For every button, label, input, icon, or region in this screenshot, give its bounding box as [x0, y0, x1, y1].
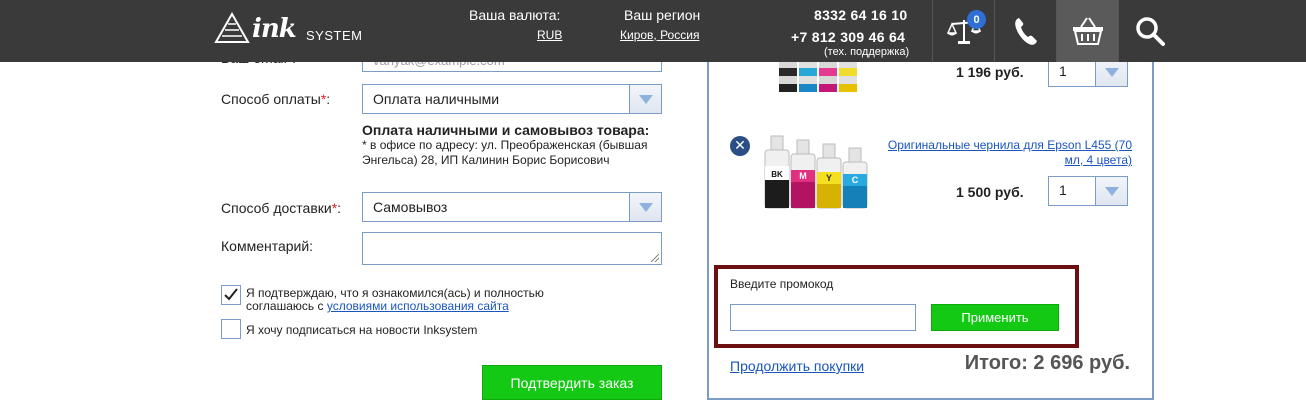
bottle-label-c: C [852, 175, 859, 185]
resize-grip-icon[interactable] [651, 254, 659, 262]
inksystem-logo[interactable]: ink SYSTEM [214, 10, 384, 44]
delivery-label-text: Способ доставки [221, 200, 332, 216]
search-button[interactable] [1118, 0, 1180, 62]
agree-text: Я подтверждаю, что я ознакомился(ась) и … [246, 287, 576, 313]
confirm-order-button[interactable]: Подтвердить заказ [482, 365, 662, 400]
logo-system-text: SYSTEM [306, 28, 363, 43]
phone-support-note: (тех. поддержка) [824, 46, 910, 58]
chevron-down-icon [1095, 177, 1127, 205]
product-image-bottles-2: BK M Y C [764, 135, 868, 209]
site-header: ink SYSTEM Ваша валюта: RUB Ваш регион К… [0, 0, 1306, 62]
apply-promo-button[interactable]: Применить [931, 304, 1059, 331]
phone-primary: 8332 64 16 10 [814, 7, 908, 23]
payment-label-text: Способ оплаты [221, 91, 321, 107]
label-suffix: : [326, 91, 331, 107]
payment-note-text: * в офисе по адресу: ул. Преображенская … [362, 138, 648, 167]
product-image-bottles-1 [779, 62, 857, 92]
subscribe-checkbox[interactable] [221, 319, 241, 339]
logo-mountain-icon [214, 11, 250, 43]
comment-textarea[interactable] [362, 232, 662, 265]
agree-checkbox[interactable] [221, 285, 241, 305]
basket-icon [1072, 17, 1103, 45]
payment-note-title: Оплата наличными и самовывоз товара: [362, 122, 650, 138]
logo-ink-text: ink [252, 14, 297, 44]
chevron-down-icon [629, 193, 661, 221]
payment-method-value: Оплата наличными [373, 91, 500, 107]
checkmark-icon [224, 288, 238, 301]
bottle-label-m: M [799, 171, 807, 181]
label-suffix: : [337, 200, 342, 216]
item-quantity-value: 1 [1059, 63, 1067, 79]
search-icon [1135, 17, 1165, 46]
delivery-label: Способ доставки*: [221, 200, 341, 216]
remove-item-button[interactable]: ✕ [730, 136, 750, 156]
chevron-down-icon [1095, 58, 1127, 86]
item-price: 1 500 руб. [956, 184, 1024, 200]
call-button[interactable] [994, 0, 1056, 62]
currency-link[interactable]: RUB [537, 28, 562, 42]
promo-code-input[interactable] [730, 304, 916, 331]
compare-count-badge: 0 [967, 10, 986, 29]
product-title-link[interactable]: Оригинальные чернила для Epson L455 (70 … [880, 138, 1132, 168]
item-quantity-select[interactable]: 1 [1048, 176, 1128, 206]
region-link[interactable]: Киров, Россия [620, 28, 699, 42]
bottle-label-y: Y [826, 173, 832, 183]
delivery-method-select[interactable]: Самовывоз [362, 192, 662, 222]
promo-code-label: Введите промокод [730, 277, 834, 291]
compare-button[interactable]: 0 [932, 0, 994, 62]
region-label: Ваш регион [624, 7, 701, 23]
subscribe-text: Я хочу подписаться на новости Inksystem [246, 323, 478, 337]
chevron-down-icon [629, 85, 661, 113]
terms-link[interactable]: условиями использования сайта [327, 299, 509, 313]
item-price: 1 196 руб. [956, 64, 1024, 80]
delivery-method-value: Самовывоз [373, 199, 448, 215]
bottle-label-bk: BK [771, 170, 783, 179]
continue-shopping-link[interactable]: Продолжить покупки [730, 358, 864, 374]
currency-label: Ваша валюта: [469, 7, 561, 23]
comment-label: Комментарий: [221, 238, 314, 254]
order-total: Итого: 2 696 руб. [964, 352, 1130, 374]
phone-support: +7 812 309 46 64 [791, 29, 906, 45]
item-quantity-value: 1 [1059, 182, 1067, 198]
phone-icon [1014, 18, 1037, 45]
basket-button[interactable] [1056, 0, 1118, 62]
payment-method-select[interactable]: Оплата наличными [362, 84, 662, 114]
payment-label: Способ оплаты*: [221, 91, 330, 107]
